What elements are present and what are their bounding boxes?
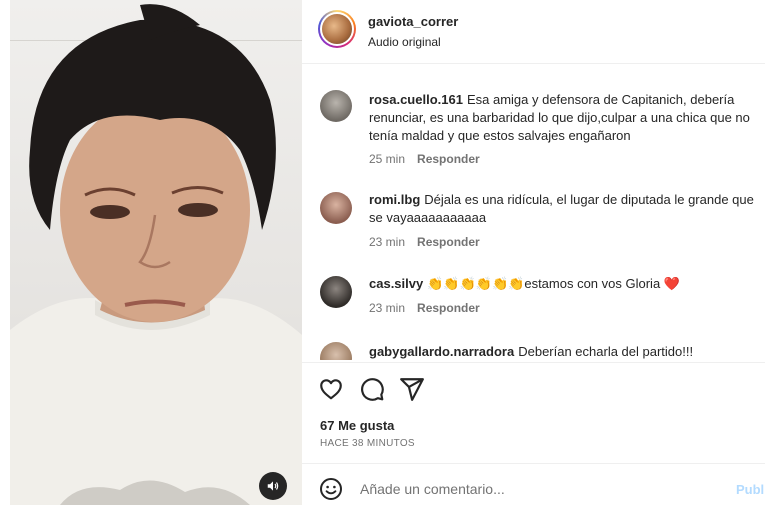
add-comment-bar: Publicar bbox=[302, 463, 765, 505]
comments-list[interactable]: rosa.cuello.161 Esa amiga y defensora de … bbox=[302, 65, 765, 360]
post-comment-button[interactable]: Publicar bbox=[736, 482, 765, 497]
comment-meta: 25 min Responder bbox=[369, 152, 480, 166]
comment-icon[interactable] bbox=[359, 376, 385, 402]
likes-count[interactable]: 67 Me gusta bbox=[320, 418, 394, 433]
post-timestamp[interactable]: HACE 38 MINUTOS bbox=[320, 438, 415, 449]
comment-avatar[interactable] bbox=[320, 276, 352, 308]
video-player[interactable] bbox=[0, 0, 302, 505]
comment-time: 23 min bbox=[369, 235, 406, 249]
comment-text: 👏👏👏👏👏👏estamos con vos Gloria ❤️ bbox=[427, 276, 680, 291]
comment-body: romi.lbg Déjala es una ridícula, el lugar… bbox=[369, 191, 759, 227]
reply-button[interactable]: Responder bbox=[417, 235, 480, 249]
comment-avatar[interactable] bbox=[320, 90, 352, 122]
emoji-icon[interactable] bbox=[319, 477, 343, 501]
comment-username[interactable]: cas.silvy bbox=[369, 276, 423, 291]
mute-toggle-button[interactable] bbox=[259, 472, 287, 500]
comment-username[interactable]: romi.lbg bbox=[369, 192, 420, 207]
reply-button[interactable]: Responder bbox=[417, 301, 480, 315]
comment-body: cas.silvy 👏👏👏👏👏👏estamos con vos Gloria ❤️ bbox=[369, 275, 759, 293]
comment-meta: 23 min Responder bbox=[369, 301, 480, 315]
share-icon[interactable] bbox=[399, 376, 425, 402]
comment-avatar[interactable] bbox=[320, 192, 352, 224]
comment-time: 25 min bbox=[369, 152, 406, 166]
post-side-panel: gaviota_correr Audio original rosa.cuell… bbox=[302, 0, 765, 505]
author-avatar[interactable] bbox=[318, 10, 356, 48]
comment-username[interactable]: gabygallardo.narradora bbox=[369, 344, 514, 359]
audio-label[interactable]: Audio original bbox=[368, 35, 441, 49]
actions-divider bbox=[302, 362, 765, 363]
comment-text: Deberían echarla del partido!!! bbox=[518, 344, 694, 359]
comment-input[interactable] bbox=[360, 476, 720, 502]
comment-avatar[interactable] bbox=[320, 342, 352, 360]
reply-button[interactable]: Responder bbox=[417, 152, 480, 166]
comment-text: Déjala es una ridícula, el lugar de dipu… bbox=[369, 192, 754, 225]
post-header: gaviota_correr Audio original bbox=[302, 0, 765, 64]
post-actions bbox=[302, 366, 765, 410]
comment-time: 23 min bbox=[369, 301, 406, 315]
author-username[interactable]: gaviota_correr bbox=[368, 14, 458, 29]
media-left-edge bbox=[0, 0, 10, 505]
video-frame-person bbox=[10, 4, 302, 505]
comment-body: gabygallardo.narradora Deberían echarla d… bbox=[369, 343, 759, 360]
comment-username[interactable]: rosa.cuello.161 bbox=[369, 92, 463, 107]
heart-icon[interactable] bbox=[318, 376, 344, 402]
comment-meta: 23 min Responder bbox=[369, 235, 480, 249]
volume-icon bbox=[267, 481, 279, 491]
comment-body: rosa.cuello.161 Esa amiga y defensora de … bbox=[369, 91, 759, 145]
